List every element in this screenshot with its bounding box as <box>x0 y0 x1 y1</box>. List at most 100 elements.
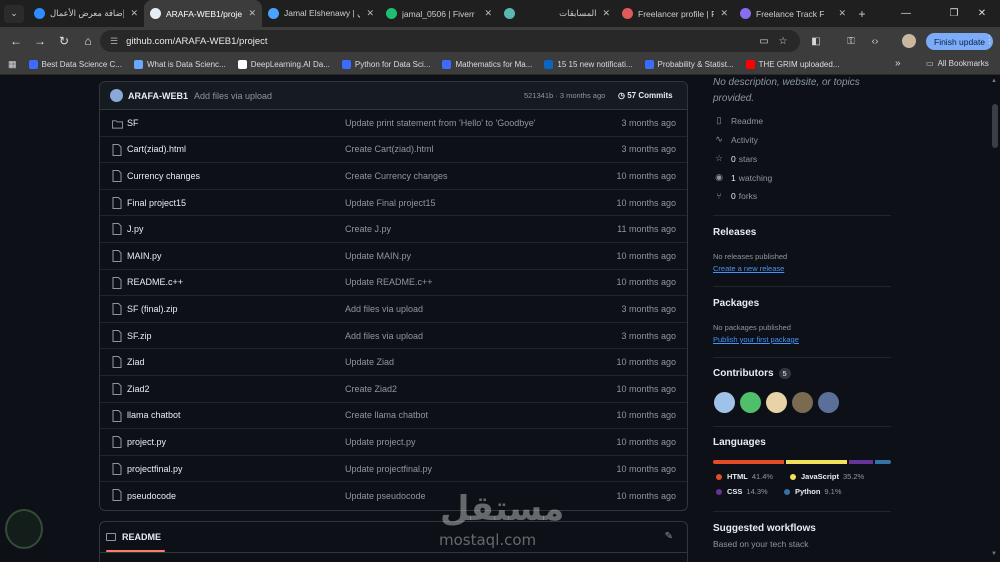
packages-heading[interactable]: Packages <box>713 298 759 309</box>
bookmark-item[interactable]: THE GRIM uploaded... <box>745 60 840 69</box>
address-bar[interactable]: ☰ github.com/ARAFA-WEB1/project <box>100 30 800 52</box>
file-name-link[interactable]: J.py <box>127 224 144 234</box>
close-icon[interactable]: ✕ <box>602 8 610 19</box>
file-commit-message[interactable]: Update README.c++ <box>345 277 433 287</box>
tab-github-project[interactable]: ARAFA-WEB1/project ✕ <box>144 0 262 27</box>
bookmark-item[interactable]: Mathematics for Ma... <box>442 60 532 69</box>
contributor-avatar[interactable] <box>792 392 813 413</box>
close-window-icon[interactable]: ✕ <box>962 0 1000 27</box>
table-row[interactable]: SF (final).zip Add files via upload 3 mont… <box>100 296 687 323</box>
tab-freelancer[interactable]: Freelancer profile | F ✕ <box>616 0 734 27</box>
file-commit-message[interactable]: Update MAIN.py <box>345 251 411 261</box>
table-row[interactable]: SF.zip Add files via upload 3 months ago <box>100 323 687 350</box>
bookmark-item[interactable]: What is Data Scienc... <box>134 60 226 69</box>
file-commit-message[interactable]: Create Ziad2 <box>345 384 397 394</box>
bookmark-item[interactable]: Python for Data Sci... <box>341 60 430 69</box>
tab-search-chevron-icon[interactable]: ⌄ <box>4 4 24 23</box>
activity-link[interactable]: ∿ Activity <box>713 134 758 145</box>
file-commit-message[interactable]: Update Ziad <box>345 357 394 367</box>
readme-link[interactable]: ▯ Readme <box>713 115 764 126</box>
file-name-link[interactable]: Currency changes <box>127 171 200 181</box>
file-name-link[interactable]: Ziad <box>127 357 145 367</box>
file-commit-message[interactable]: Create llama chatbot <box>345 410 428 420</box>
contributor-avatar[interactable] <box>766 392 787 413</box>
scrollbar-thumb[interactable] <box>992 104 998 148</box>
reload-icon[interactable]: ↻ <box>52 29 76 53</box>
file-name-link[interactable]: Cart(ziad).html <box>127 144 186 154</box>
tab-portfolio[interactable]: إضافة معرض الأعمال ✕ <box>28 0 144 27</box>
commit-message[interactable]: Add files via upload <box>194 91 272 101</box>
file-name-link[interactable]: MAIN.py <box>127 251 162 261</box>
table-row[interactable]: Ziad2 Create Ziad2 10 months ago <box>100 376 687 403</box>
file-name-link[interactable]: Ziad2 <box>127 384 150 394</box>
language-html[interactable]: HTML 41.4% <box>716 472 773 481</box>
scroll-up-arrow-icon[interactable]: ▲ <box>991 78 997 84</box>
extensions-icon[interactable]: ◧ <box>807 32 825 50</box>
close-icon[interactable]: ✕ <box>366 8 374 19</box>
table-row[interactable]: Ziad Update Ziad 10 months ago <box>100 349 687 376</box>
new-tab-plus-icon[interactable]: + <box>852 7 872 21</box>
file-commit-message[interactable]: Update project.py <box>345 437 416 447</box>
close-icon[interactable]: ✕ <box>130 8 138 19</box>
tab-jamal-profile[interactable]: Jamal Elshenawy | ليي ✕ <box>262 0 380 27</box>
bookmark-item[interactable]: Best Data Science C... <box>28 60 122 69</box>
profile-avatar[interactable] <box>902 34 916 48</box>
bookmark-item[interactable]: 15 15 new notificati... <box>544 60 633 69</box>
more-menu-icon[interactable]: ⋮ <box>984 33 995 46</box>
table-row[interactable]: README.c++ Update README.c++ 10 months ago <box>100 270 687 297</box>
finish-update-button[interactable]: Finish update <box>926 33 994 50</box>
bookmark-star-icon[interactable]: ☆ <box>774 32 792 50</box>
file-name-link[interactable]: llama chatbot <box>127 410 181 420</box>
table-row[interactable]: projectfinal.py Update projectfinal.py 10 … <box>100 456 687 483</box>
file-commit-message[interactable]: Create J.py <box>345 224 391 234</box>
bookmark-item[interactable]: Probability & Statist... <box>644 60 734 69</box>
commits-link[interactable]: ◷ 57 Commits <box>618 91 673 100</box>
minimize-icon[interactable]: — <box>886 0 926 27</box>
publish-package-link[interactable]: Publish your first package <box>713 335 799 344</box>
file-name-link[interactable]: pseudocode <box>127 491 176 501</box>
table-row[interactable]: Final project15 Update Final project15 10 … <box>100 190 687 217</box>
forward-icon[interactable]: → <box>28 29 52 53</box>
create-release-link[interactable]: Create a new release <box>713 264 784 273</box>
contributors-heading[interactable]: Contributors 5 <box>713 368 791 379</box>
file-commit-message[interactable]: Add files via upload <box>345 331 423 341</box>
table-row[interactable]: project.py Update project.py 10 months ago <box>100 429 687 456</box>
table-row[interactable]: SF Update print statement from 'Hello' to… <box>100 110 687 137</box>
watching-link[interactable]: ◉ 1 watching <box>713 172 772 183</box>
contributor-avatar[interactable] <box>818 392 839 413</box>
edit-pencil-icon[interactable]: ✎ <box>665 531 673 542</box>
table-row[interactable]: MAIN.py Update MAIN.py 10 months ago <box>100 243 687 270</box>
bookmark-item[interactable]: DeepLearning.AI Da... <box>237 60 330 69</box>
close-icon[interactable]: ✕ <box>838 8 846 19</box>
language-css[interactable]: CSS 14.3% <box>716 487 768 496</box>
contributor-avatar[interactable] <box>714 392 735 413</box>
forks-link[interactable]: ⑂ 0 forks <box>713 191 757 201</box>
file-name-link[interactable]: projectfinal.py <box>127 464 183 474</box>
close-icon[interactable]: ✕ <box>720 8 728 19</box>
table-row[interactable]: pseudocode Update pseudocode 10 months ago <box>100 482 687 509</box>
file-commit-message[interactable]: Update print statement from 'Hello' to '… <box>345 118 535 128</box>
scroll-down-arrow-icon[interactable]: ▼ <box>991 551 997 557</box>
table-row[interactable]: llama chatbot Create llama chatbot 10 mont… <box>100 403 687 430</box>
devtools-icon[interactable]: ‹› <box>866 32 884 50</box>
file-name-link[interactable]: SF <box>127 118 139 128</box>
bookmarks-overflow-icon[interactable]: » <box>895 58 901 69</box>
file-commit-message[interactable]: Update Final project15 <box>345 198 436 208</box>
language-python[interactable]: Python 9.1% <box>784 487 842 496</box>
back-icon[interactable]: ← <box>4 29 28 53</box>
table-row[interactable]: J.py Create J.py 11 months ago <box>100 216 687 243</box>
tab-contests[interactable]: المسابقات ✕ <box>498 0 616 27</box>
releases-heading[interactable]: Releases <box>713 227 756 238</box>
language-javascript[interactable]: JavaScript 35.2% <box>790 472 864 481</box>
tab-freelance-track[interactable]: Freelance Track F ✕ <box>734 0 852 27</box>
avatar[interactable] <box>110 89 123 102</box>
file-name-link[interactable]: SF.zip <box>127 331 152 341</box>
table-row[interactable]: Currency changes Create Currency changes 1… <box>100 163 687 190</box>
commit-hash[interactable]: 521341b · 3 months ago <box>524 91 605 100</box>
commit-author[interactable]: ARAFA-WEB1 <box>128 91 188 101</box>
file-commit-message[interactable]: Add files via upload <box>345 304 423 314</box>
file-commit-message[interactable]: Update projectfinal.py <box>345 464 432 474</box>
page-scrollbar[interactable] <box>990 75 1000 562</box>
close-icon[interactable]: ✕ <box>248 8 256 19</box>
home-icon[interactable]: ⌂ <box>76 29 100 53</box>
